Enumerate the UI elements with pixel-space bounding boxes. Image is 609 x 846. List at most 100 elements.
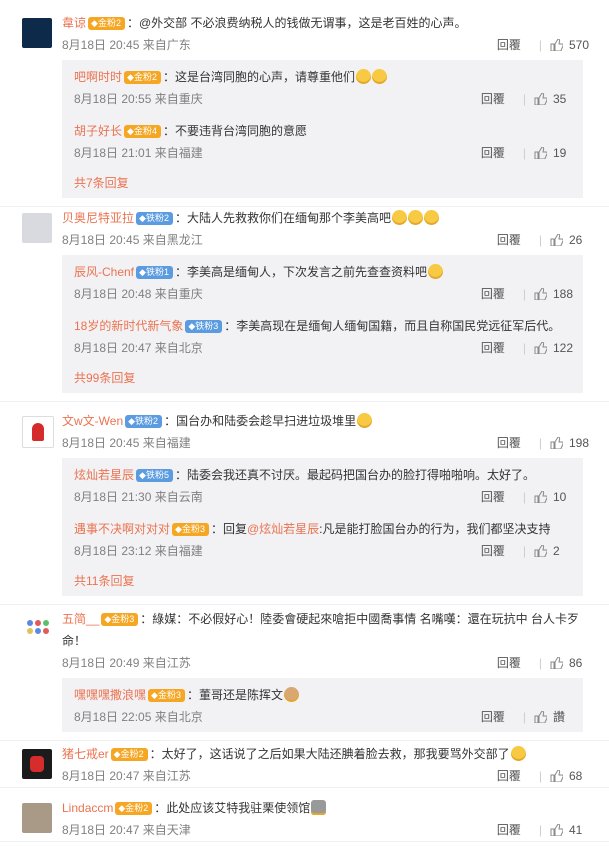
reply-item: 辰风-Chenf ◆铁粉1 ：李美高是缅甸人，下次发言之前先查查资料吧 8月18日 … xyxy=(74,255,583,309)
username-link[interactable]: 吧啊时时 xyxy=(74,70,122,84)
fan-badge[interactable]: ◆金粉3 xyxy=(172,523,209,536)
avatar[interactable] xyxy=(22,18,52,48)
badge-icon: ◆ xyxy=(91,18,98,28)
thumb-up-icon xyxy=(534,341,553,355)
comment-actions: 回覆 | 570 xyxy=(496,38,589,52)
like-button[interactable]: 188 xyxy=(534,287,573,301)
angry-emoji-icon xyxy=(357,413,373,428)
thumb-up-icon xyxy=(550,436,569,450)
thumb-up-icon xyxy=(534,490,553,504)
fan-badge[interactable]: ◆金粉3 xyxy=(101,613,139,626)
reply-button[interactable]: 回覆 xyxy=(481,341,505,355)
fan-badge[interactable]: ◆铁粉3 xyxy=(185,320,223,333)
fan-badge[interactable]: ◆金粉2 xyxy=(88,17,125,30)
fan-badge[interactable]: ◆铁粉5 xyxy=(136,469,173,482)
more-replies-link[interactable]: 共7条回复 xyxy=(74,168,583,198)
more-replies-link[interactable]: 共11条回复 xyxy=(74,566,583,596)
username-link[interactable]: 文w文-Wen xyxy=(62,414,123,428)
username-link[interactable]: 遇事不决啊对对对 xyxy=(74,522,170,536)
reply-body: ：董哥还是陈挥文 xyxy=(186,688,283,702)
avatar[interactable] xyxy=(22,614,52,644)
fan-badge[interactable]: ◆金粉4 xyxy=(124,125,161,138)
reply-button[interactable]: 回覆 xyxy=(481,146,505,160)
comment-item: Lindaccm ◆金粉2 ：此处应该艾特我驻栗使领馆 8月18日 20:47 来自… xyxy=(0,797,609,842)
reply-button[interactable]: 回覆 xyxy=(481,287,505,301)
reply-button[interactable]: 回覆 xyxy=(497,233,521,247)
comment-item: 五简__ ◆金粉3 ：綠媒：不必假好心！陸委會硬起來嗆拒中國喬事情 名嘴嘆：還在玩抗… xyxy=(0,608,609,741)
badge-icon: ◆ xyxy=(151,690,158,700)
reply-meta: 8月18日 21:30 来自云南 回覆 | 10 xyxy=(74,486,583,508)
reply-thread: 嘿嘿嘿撒浪嘿 ◆金粉3 ：董哥还是陈挥文 8月18日 22:05 来自北京 回覆 | 讚 xyxy=(62,678,583,732)
reply-button[interactable]: 回覆 xyxy=(497,769,521,783)
reply-button[interactable]: 回覆 xyxy=(497,656,521,670)
drink-emoji-icon xyxy=(311,800,327,815)
avatar[interactable] xyxy=(22,416,54,448)
comment-actions: 回覆 | 26 xyxy=(497,229,589,251)
like-button[interactable]: 19 xyxy=(534,146,573,160)
comment-meta: 8月18日 20:45 来自黑龙江 回覆 | 26 xyxy=(62,229,609,251)
comment-meta: 8月18日 20:45 来自福建 回覆 | 198 xyxy=(62,432,609,454)
username-link[interactable]: 炫灿若星辰 xyxy=(74,468,134,482)
grin-emoji-icon xyxy=(510,746,526,761)
fan-badge[interactable]: ◆铁粉1 xyxy=(136,266,173,279)
timestamp: 8月18日 22:05 来自北京 xyxy=(74,710,203,724)
like-button[interactable]: 41 xyxy=(550,823,589,837)
fan-badge[interactable]: ◆金粉2 xyxy=(110,748,148,761)
mention-link[interactable]: @炫灿若星辰 xyxy=(247,522,319,536)
username-link[interactable]: 18岁的新时代新气象 xyxy=(74,319,183,333)
reply-item: 吧啊时时 ◆金粉2 ：这是台湾同胞的心声，请尊重他们 8月18日 20:55 来自重… xyxy=(74,60,583,114)
reply-button[interactable]: 回覆 xyxy=(481,710,505,724)
avatar[interactable] xyxy=(22,803,52,833)
reply-button[interactable]: 回覆 xyxy=(481,544,505,558)
thumb-up-icon xyxy=(534,287,553,301)
fan-badge[interactable]: ◆铁粉2 xyxy=(136,212,173,225)
reply-item: 18岁的新时代新气象 ◆铁粉3 ：李美高现在是缅甸人缅甸国籍，而且自称国民党远征军后… xyxy=(74,309,583,363)
reply-meta: 8月18日 22:05 来自北京 回覆 | 讚 xyxy=(74,706,583,728)
like-button[interactable]: 86 xyxy=(550,656,589,670)
reply-button[interactable]: 回覆 xyxy=(497,38,521,52)
laugh-emoji-icon xyxy=(391,210,407,225)
like-button[interactable]: 570 xyxy=(550,38,589,52)
badge-icon: ◆ xyxy=(139,267,146,277)
comment-actions: 回覆 | 86 xyxy=(497,652,589,674)
reply-meta: 8月18日 20:47 来自北京 回覆 | 122 xyxy=(74,337,583,359)
like-button[interactable]: 26 xyxy=(550,233,589,247)
reply-button[interactable]: 回覆 xyxy=(497,823,521,837)
badge-icon: ◆ xyxy=(175,524,182,534)
username-link[interactable]: 嘿嘿嘿撒浪嘿 xyxy=(74,688,146,702)
like-button[interactable]: 2 xyxy=(534,544,573,558)
username-link[interactable]: 胡子好长 xyxy=(74,124,122,138)
avatar[interactable] xyxy=(22,213,52,243)
avatar[interactable] xyxy=(22,749,52,779)
like-button[interactable]: 35 xyxy=(534,92,573,106)
laugh-emoji-icon xyxy=(407,210,423,225)
username-link[interactable]: 猪七戒er xyxy=(62,747,109,761)
fan-badge[interactable]: ◆金粉3 xyxy=(148,689,185,702)
username-link[interactable]: 辰风-Chenf xyxy=(74,265,134,279)
username-link[interactable]: 韋谅 xyxy=(62,16,86,30)
comment-text: 猪七戒er ◆金粉2 ：太好了，这话说了之后如果大陆还腆着脸去救，那我要骂外交部了 xyxy=(62,743,609,765)
comment-text: 文w文-Wen ◆铁粉2 ：国台办和陆委会趁早扫进垃圾堆里 xyxy=(62,410,609,432)
username-link[interactable]: Lindaccm xyxy=(62,801,113,815)
thumb-up-icon xyxy=(534,146,553,160)
like-button[interactable]: 68 xyxy=(550,769,589,783)
username-link[interactable]: 五简__ xyxy=(62,612,99,626)
username-link[interactable]: 贝奥尼特亚拉 xyxy=(62,211,134,225)
reply-button[interactable]: 回覆 xyxy=(481,490,505,504)
reply-button[interactable]: 回覆 xyxy=(497,436,521,450)
like-button[interactable]: 198 xyxy=(550,436,589,450)
reply-meta: 8月18日 20:55 来自重庆 回覆 | 35 xyxy=(74,88,583,110)
more-replies-link[interactable]: 共99条回复 xyxy=(74,363,583,393)
like-button[interactable]: 讚 xyxy=(534,710,573,724)
comment-body: ：@外交部 不必浪费纳税人的钱做无谓事，这是老百姓的心声。 xyxy=(126,16,467,30)
like-button[interactable]: 10 xyxy=(534,490,573,504)
fan-badge[interactable]: ◆金粉2 xyxy=(115,802,153,815)
badge-icon: ◆ xyxy=(127,72,134,82)
reply-thread: 炫灿若星辰 ◆铁粉5 ：陆委会我还真不讨厌。最起码把国台办的脸打得啪啪响。太好了。 … xyxy=(62,458,583,596)
reply-button[interactable]: 回覆 xyxy=(481,92,505,106)
comment-body: ：国台办和陆委会趁早扫进垃圾堆里 xyxy=(164,414,357,428)
fan-badge[interactable]: ◆金粉2 xyxy=(124,71,161,84)
fan-badge[interactable]: ◆铁粉2 xyxy=(125,415,163,428)
timestamp: 8月18日 20:48 来自重庆 xyxy=(74,287,203,301)
like-button[interactable]: 122 xyxy=(534,341,573,355)
